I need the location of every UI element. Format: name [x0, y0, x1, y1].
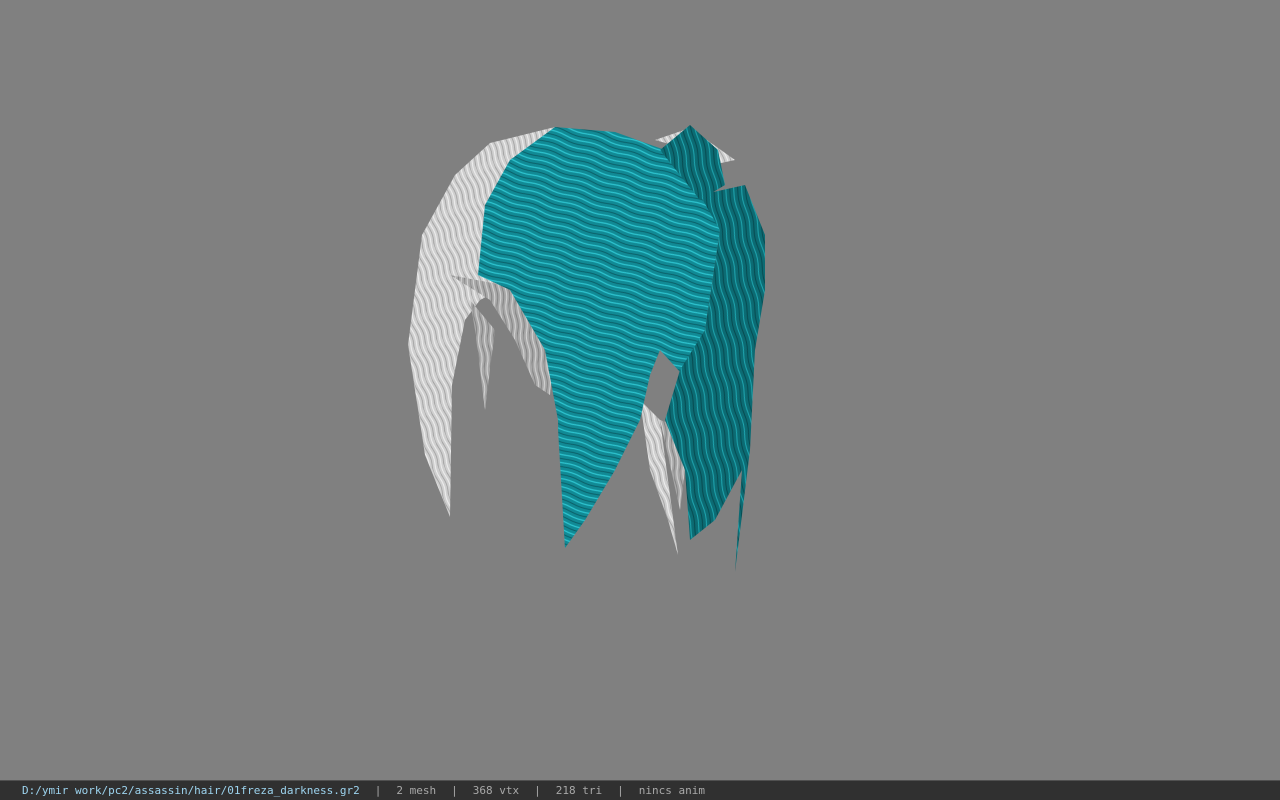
status-separator: |	[374, 784, 382, 797]
status-separator: |	[534, 784, 541, 797]
status-vertex-count: 368 vtx	[472, 784, 520, 797]
hair-model-render[interactable]	[0, 0, 1280, 780]
status-triangle-count: 218 tri	[555, 784, 603, 797]
status-separator: |	[617, 784, 624, 797]
status-separator: |	[451, 784, 458, 797]
3d-viewport[interactable]	[0, 0, 1280, 780]
status-file-path: D:/ymir work/pc2/assassin/hair/01freza_d…	[22, 784, 360, 797]
status-mesh-count: 2 mesh	[396, 784, 437, 797]
status-anim: nincs anim	[638, 784, 705, 797]
status-bar: D:/ymir work/pc2/assassin/hair/01freza_d…	[0, 780, 1280, 800]
